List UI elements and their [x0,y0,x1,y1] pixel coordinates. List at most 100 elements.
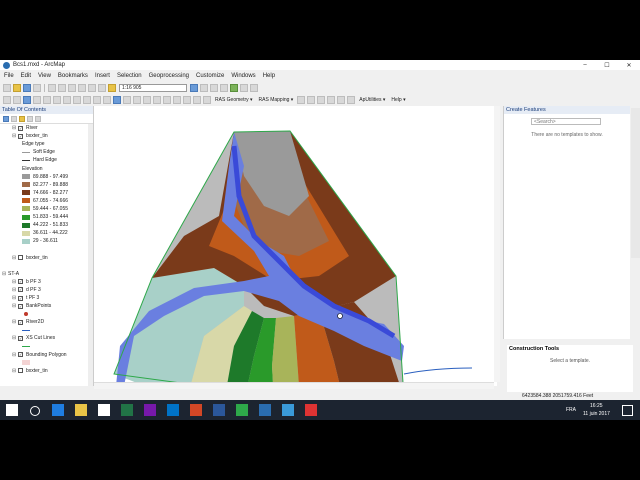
menu-help[interactable]: Help [263,73,275,79]
add-data-icon[interactable] [108,83,116,92]
editor-icon[interactable] [190,83,198,92]
expand-toggle-icon[interactable]: ⊟ [12,255,17,261]
language-indicator[interactable]: FRA [566,407,576,413]
menu-customize[interactable]: Customize [196,73,224,79]
model-builder-icon[interactable] [250,83,258,92]
ras-geometry-menu[interactable]: RAS Geometry ▾ [215,97,253,103]
toc-item[interactable]: ⊟ bxxter_tin [2,254,93,262]
zoom-out-icon[interactable] [13,95,21,104]
redo-icon[interactable] [98,83,106,92]
expand-toggle-icon[interactable]: ⊟ [12,125,17,131]
map-view[interactable] [94,106,497,386]
table-of-contents-icon[interactable] [200,83,208,92]
delete-icon[interactable] [78,83,86,92]
forward-extent-icon[interactable] [73,95,81,104]
search-icon[interactable] [30,406,40,416]
camtasia-icon[interactable] [236,404,248,416]
swipe-icon[interactable] [193,95,201,104]
map-scale-combo[interactable]: 1:16 905 [119,83,187,92]
store-icon[interactable] [98,404,110,416]
fixed-zoom-out-icon[interactable] [53,95,61,104]
menu-edit[interactable]: Edit [21,73,31,79]
arccatalog-icon[interactable] [282,404,294,416]
maximize-button[interactable]: ☐ [596,60,618,70]
fixed-zoom-in-icon[interactable] [43,95,51,104]
minimize-button[interactable]: – [574,60,596,70]
clock-date[interactable]: 11 juin 2017 [583,411,610,417]
expand-toggle-icon[interactable]: ⊟ [12,335,17,341]
print-icon[interactable] [33,83,41,92]
apputilities-menu[interactable]: ApUtilities ▾ [359,97,385,103]
expand-toggle-icon[interactable]: ⊟ [2,271,7,277]
arctoolbox-icon[interactable] [230,83,238,92]
expand-toggle-icon[interactable]: ⊟ [12,319,17,325]
template-search-input[interactable]: <Search> [531,118,601,125]
expand-toggle-icon[interactable]: ⊟ [12,133,17,139]
save-icon[interactable] [23,83,31,92]
layer-visibility-checkbox[interactable] [18,255,23,261]
measure-icon[interactable] [133,95,141,104]
time-slider-icon[interactable] [163,95,171,104]
toc-item[interactable]: ⊟ ✓ bxxter_tin [2,132,93,140]
pan-icon[interactable] [23,95,31,104]
toc-item[interactable]: ⊟ ✓ BankPoints [2,302,93,310]
arcmap-taskbar-icon[interactable] [259,404,271,416]
onenote-icon[interactable] [144,404,156,416]
word-icon[interactable] [213,404,225,416]
new-document-icon[interactable] [3,83,11,92]
layer-visibility-checkbox[interactable]: ✓ [18,125,23,131]
layer-visibility-checkbox[interactable]: ✓ [18,352,23,358]
ras-mapping-menu[interactable]: RAS Mapping ▾ [259,97,294,103]
menu-windows[interactable]: Windows [231,73,255,79]
select-features-icon[interactable] [83,95,91,104]
cut-icon[interactable] [48,83,56,92]
layer-visibility-checkbox[interactable] [18,368,23,374]
toc-item[interactable]: ⊟ ✓ Bounding Polygon [2,351,93,359]
undo-icon[interactable] [88,83,96,92]
expand-toggle-icon[interactable]: ⊟ [12,352,17,358]
notifications-icon[interactable] [622,405,633,416]
select-elements-icon[interactable] [103,95,111,104]
go-to-xy-icon[interactable] [173,95,181,104]
layer-effects-icon[interactable] [203,95,211,104]
menu-view[interactable]: View [38,73,51,79]
file-explorer-icon[interactable] [75,404,87,416]
edge-browser-icon[interactable] [52,404,64,416]
map-vertical-scrollbar[interactable] [494,106,500,382]
clock-time[interactable]: 16:25 [590,403,603,409]
ras-tool-4-icon[interactable] [327,95,336,104]
toc-item[interactable]: ⊟ ST-A [2,270,93,278]
viewer-window-icon[interactable] [183,95,191,104]
menu-geoprocessing[interactable]: Geoprocessing [149,73,189,79]
powerpoint-icon[interactable] [190,404,202,416]
ras-tool-6-icon[interactable] [347,95,356,104]
recorder-icon[interactable] [305,404,317,416]
toc-item[interactable]: ⊟ bxxter_tin [2,367,93,375]
list-by-source-icon[interactable] [11,115,17,122]
start-icon[interactable] [6,404,18,416]
ras-tool-5-icon[interactable] [337,95,346,104]
map-horizontal-scrollbar[interactable] [94,382,494,389]
find-icon[interactable] [123,95,131,104]
list-by-visibility-icon[interactable] [19,115,25,122]
back-extent-icon[interactable] [63,95,71,104]
toc-item[interactable]: ⊟ ✓ River [2,124,93,132]
ras-tool-1-icon[interactable] [297,95,306,104]
expand-toggle-icon[interactable]: ⊟ [12,295,17,301]
layer-visibility-checkbox[interactable]: ✓ [18,303,23,309]
expand-toggle-icon[interactable]: ⊟ [12,368,17,374]
clear-selection-icon[interactable] [93,95,101,104]
side-dock-tabs[interactable] [631,108,640,258]
toc-scrollbar[interactable] [88,124,93,386]
expand-toggle-icon[interactable]: ⊟ [12,279,17,285]
menu-bookmarks[interactable]: Bookmarks [58,73,88,79]
close-button[interactable]: ✕ [618,60,640,70]
expand-toggle-icon[interactable]: ⊟ [12,287,17,293]
layer-visibility-checkbox[interactable]: ✓ [18,279,23,285]
menu-insert[interactable]: Insert [95,73,110,79]
layer-visibility-checkbox[interactable]: ✓ [18,335,23,341]
outlook-icon[interactable] [167,404,179,416]
open-icon[interactable] [13,83,21,92]
toc-item[interactable]: ⊟ ✓ River2D [2,318,93,326]
toc-item[interactable]: ⊟ ✓ t PF 3 [2,294,93,302]
